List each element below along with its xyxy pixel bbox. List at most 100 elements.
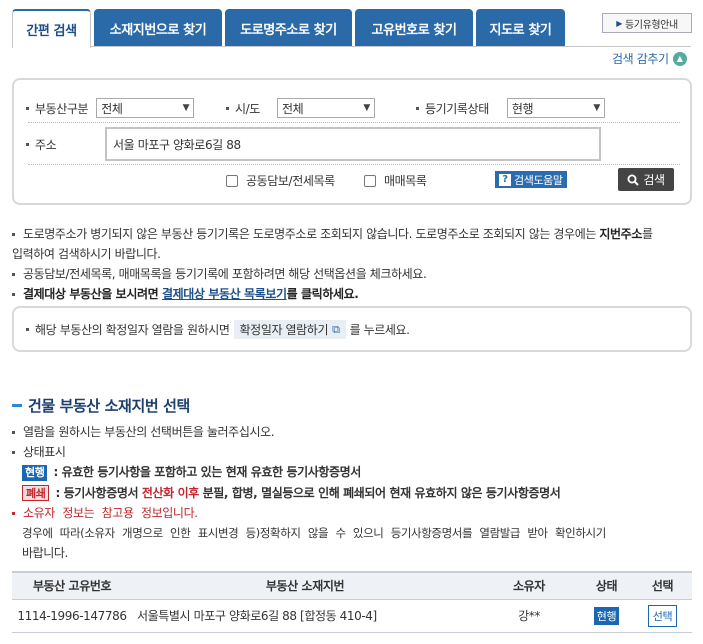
owner-note-detail: 경우에 따라(소유자 개명으로 인한 표시변경 등)정확하지 않을 수 있으니 … <box>22 523 682 543</box>
address-cell: 서울특별시 마포구 양화로6길 88 [합정동 410-4] <box>132 599 478 633</box>
column-header: 상태 <box>580 571 633 600</box>
tab-bar: 간편 검색 소재지번으로 찾기 도로명주소로 찾기 고유번호로 찾기 지도로 찾… <box>12 9 568 48</box>
address-row: 주소 <box>26 136 57 153</box>
bullet-icon <box>26 328 29 331</box>
column-header: 부동산 소재지번 <box>132 571 478 600</box>
notice-text: 를 <box>641 227 653 241</box>
notice-text: 도로명주소가 병기되지 않은 부동산 등기기록은 도로명주소로 조회되지 않습니… <box>23 227 600 241</box>
search-panel: 부동산구분 전체 ▼ 시/도 전체 ▼ 등기기록상태 현행 ▼ 주소 서울 마포… <box>12 78 692 205</box>
column-header: 소유자 <box>478 571 580 600</box>
search-label: 검색 <box>643 173 665 187</box>
table-row: 1114-1996-147786 서울특별시 마포구 양화로6길 88 [합정동… <box>12 599 692 633</box>
confirm-date-box: 해당 부동산의 확정일자 열람을 원하시면 확정일자 열람하기 ⧉ 를 누르세요… <box>12 306 692 352</box>
help-label: 검색도움말 <box>514 173 563 187</box>
current-badge: 현행 <box>22 465 48 481</box>
closed-badge: 폐쇄 <box>22 485 50 501</box>
bullet-icon <box>26 106 29 110</box>
bullet-icon <box>12 512 15 515</box>
search-icon <box>627 174 640 186</box>
notice-text: 입력하여 검색하시기 바랍니다. <box>12 247 161 261</box>
city-label: 시/도 <box>235 101 260 116</box>
bullet-icon <box>226 106 229 110</box>
select-value: 전체 <box>101 101 123 116</box>
column-header: 선택 <box>633 571 692 600</box>
tab-simple-search[interactable]: 간편 검색 <box>12 9 91 48</box>
search-button[interactable]: 검색 <box>618 168 674 191</box>
hide-search-toggle[interactable]: 검색 감추기 ▲ <box>612 50 687 67</box>
info-emphasis: 전산화 이후 <box>141 486 199 500</box>
tab-map[interactable]: 지도로 찾기 <box>476 9 565 47</box>
info-text: 분필, 합병, 멸실등으로 인해 폐쇄되어 현재 유효하지 않은 등기사항증명서 <box>198 486 561 500</box>
bullet-icon <box>12 451 15 454</box>
notice-payment: 결제대상 부동산을 보시려면 결제대상 부동산 목록보기를 클릭하세요. <box>12 284 359 304</box>
tab-label: 소재지번으로 찾기 <box>109 22 207 38</box>
info-text: : 등기사항증명서 <box>55 486 142 500</box>
property-table: 부동산 고유번호 부동산 소재지번 소유자 상태 선택 1114-1996-14… <box>12 571 692 633</box>
bullet-icon <box>12 431 15 434</box>
confirm-button-label: 확정일자 열람하기 <box>239 323 329 337</box>
search-help-button[interactable]: ? 검색도움말 <box>495 171 567 188</box>
bullet-icon <box>12 273 15 276</box>
section-title: 건물 부동산 소재지번 선택 <box>12 395 190 416</box>
record-status-label: 등기기록상태 <box>425 101 489 116</box>
question-icon: ? <box>499 173 511 186</box>
tab-label: 간편 검색 <box>26 24 77 39</box>
notice-emphasis: 결제대상 부동산을 보시려면 <box>23 287 163 301</box>
select-value: 현행 <box>511 101 534 116</box>
address-value: 서울 마포구 양화로6길 88 <box>113 137 241 152</box>
info-text: 열람을 원하시는 부동산의 선택버튼을 눌러주십시오. <box>23 425 275 439</box>
property-type-row: 부동산구분 전체 ▼ <box>26 98 195 118</box>
unique-number-cell: 1114-1996-147786 <box>12 599 132 633</box>
record-status-select[interactable]: 현행 ▼ <box>506 98 605 118</box>
select-value: 전체 <box>281 101 304 116</box>
city-row: 시/도 전체 ▼ <box>226 98 375 118</box>
external-link-icon: ⧉ <box>332 322 340 336</box>
info-text: 상태표시 <box>23 445 66 459</box>
confirm-text: 해당 부동산의 확정일자 열람을 원하시면 <box>35 323 230 337</box>
joint-collateral-label: 공동담보/전세목록 <box>246 174 335 188</box>
tab-label: 지도로 찾기 <box>489 22 552 38</box>
column-header: 부동산 고유번호 <box>12 571 132 600</box>
bullet-icon <box>12 233 15 236</box>
checkbox[interactable] <box>364 174 376 187</box>
chevron-down-icon: ▼ <box>593 103 600 113</box>
sale-list-option[interactable]: 매매목록 <box>364 172 427 189</box>
info-text: 바랍니다. <box>22 546 68 560</box>
status-closed-desc: 폐쇄 : 등기사항증명서 전산화 이후 분필, 합병, 멸실등으로 인해 폐쇄되어… <box>22 483 561 503</box>
property-type-select[interactable]: 전체 ▼ <box>96 98 195 118</box>
title-bar-icon <box>12 404 22 407</box>
chevron-up-icon: ▲ <box>672 51 687 66</box>
table-header-row: 부동산 고유번호 부동산 소재지번 소유자 상태 선택 <box>12 571 692 600</box>
confirm-date-view-button[interactable]: 확정일자 열람하기 ⧉ <box>233 320 346 339</box>
status-badge: 현행 <box>593 606 620 625</box>
hide-search-label: 검색 감추기 <box>612 52 669 66</box>
owner-note-text: 소유자 정보는 참고용 정보입니다. <box>23 506 198 520</box>
tab-label: 고유번호로 찾기 <box>371 22 457 38</box>
info-text: : 유효한 등기사항을 포함하고 있는 현재 유효한 등기사항증명서 <box>53 465 361 479</box>
tab-road-address[interactable]: 도로명주소로 찾기 <box>225 9 352 47</box>
bullet-icon <box>26 143 29 146</box>
joint-collateral-option[interactable]: 공동담보/전세목록 <box>226 172 335 189</box>
notice-text: 공동담보/전세목록, 매매목록을 등기기록에 포함하려면 해당 선택옵션을 체크… <box>23 267 427 281</box>
registry-type-guide-button[interactable]: ▶ 등기유형안내 <box>602 13 692 33</box>
status-cell: 현행 <box>580 599 633 633</box>
arrow-right-icon: ▶ <box>616 18 622 28</box>
tab-unique-number[interactable]: 고유번호로 찾기 <box>355 9 473 47</box>
tab-divider <box>12 46 691 47</box>
tab-label: 도로명주소로 찾기 <box>240 22 337 38</box>
city-select[interactable]: 전체 ▼ <box>276 98 375 118</box>
notice-options: 공동담보/전세목록, 매매목록을 등기기록에 포함하려면 해당 선택옵션을 체크… <box>12 264 427 284</box>
checkbox[interactable] <box>226 174 238 187</box>
address-label: 주소 <box>35 138 57 152</box>
status-current-desc: 현행 : 유효한 등기사항을 포함하고 있는 현재 유효한 등기사항증명서 <box>22 462 361 482</box>
select-button[interactable]: 선택 <box>647 604 678 627</box>
chevron-down-icon: ▼ <box>182 103 190 113</box>
section-title-text: 건물 부동산 소재지번 선택 <box>28 397 190 415</box>
address-input[interactable]: 서울 마포구 양화로6길 88 <box>105 127 601 161</box>
bullet-icon <box>416 106 419 110</box>
payment-list-link[interactable]: 결제대상 부동산 목록보기 <box>162 287 287 301</box>
guide-label: 등기유형안내 <box>624 19 678 31</box>
tab-lot-number[interactable]: 소재지번으로 찾기 <box>94 9 222 47</box>
property-type-label: 부동산구분 <box>35 101 89 116</box>
divider <box>28 122 680 123</box>
